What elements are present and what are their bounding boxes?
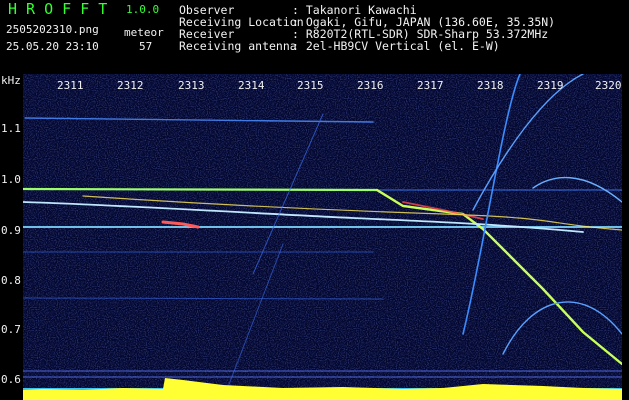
meteor-count: 57 [139,40,153,53]
x-tick-label: 2314 [238,79,265,92]
y-tick-label: 0.6 [1,373,21,386]
background-noise [23,74,622,400]
x-tick-label: 2315 [297,79,324,92]
x-tick-label: 2319 [537,79,564,92]
timestamp: 25.05.20 23:10 [6,40,99,53]
x-tick-label: 2317 [417,79,444,92]
info-value-antenna: : 2el-HB9CV Vertical (el. E-W) [292,39,500,53]
y-tick-label: 0.8 [1,274,21,287]
app-version: 1.0.0 [126,3,160,16]
header-panel: H R O F F T 1.0.0 2505202310.png meteor … [0,0,629,86]
y-tick-label: 0.7 [1,323,21,336]
x-tick-label: 2312 [117,79,144,92]
app-logo: H R O F F T [8,0,108,18]
y-tick-label: 1.1 [1,122,21,135]
carrier-line-0-975 [23,187,379,192]
y-axis-unit: kHz [1,74,21,87]
x-tick-label: 2311 [57,79,84,92]
info-key-antenna: Receiving antenna [179,39,297,53]
x-tick-label: 2318 [477,79,504,92]
x-tick-label: 2313 [178,79,205,92]
count-label: meteor [124,26,164,39]
file-name: 2505202310.png [6,23,99,36]
x-tick-label: 2316 [357,79,384,92]
spectrogram-plot [23,74,622,400]
x-tick-label: 2320 [595,79,622,92]
y-tick-label: 1.0 [1,173,21,186]
y-tick-label: 0.9 [1,224,21,237]
spectrogram [23,74,622,400]
